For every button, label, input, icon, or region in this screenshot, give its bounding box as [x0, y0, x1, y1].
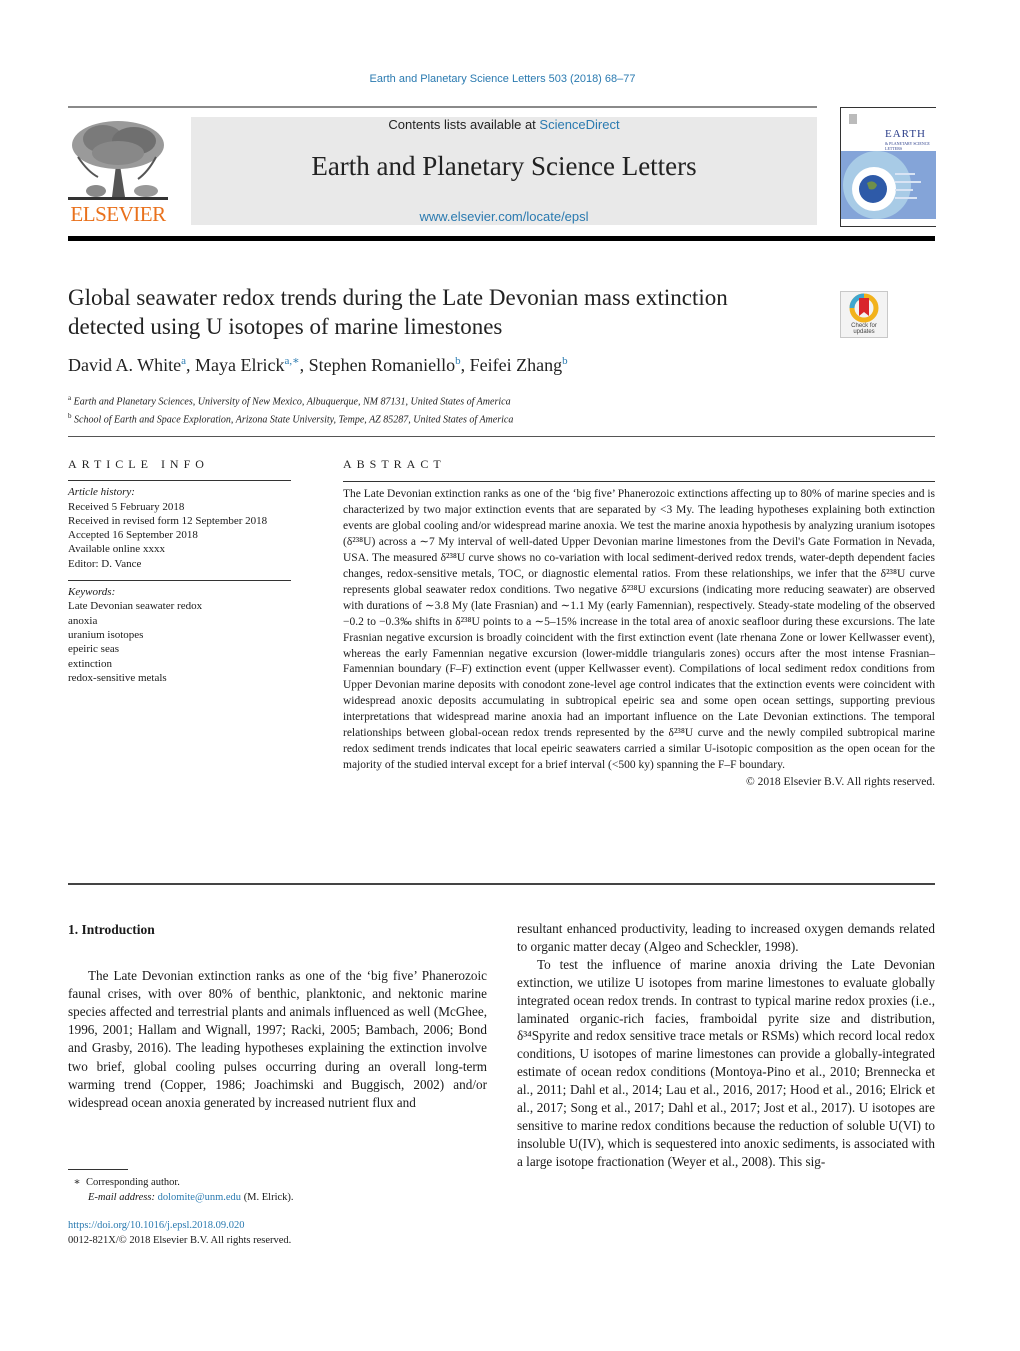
earth-globe-icon [843, 151, 921, 219]
article-title: Global seawater redox trends during the … [68, 285, 728, 339]
author-name[interactable]: Feifei Zhang [470, 355, 562, 375]
abstract-copyright: © 2018 Elsevier B.V. All rights reserved… [746, 776, 935, 789]
doi-block: https://doi.org/10.1016/j.epsl.2018.09.0… [68, 1218, 291, 1248]
check-for-updates-label: Check for updates [851, 323, 877, 335]
author-name[interactable]: David A. White [68, 355, 181, 375]
body-paragraph: The Late Devonian extinction ranks as on… [68, 968, 487, 1110]
section-heading: 1. Introduction [68, 922, 155, 937]
masthead-bottom-rule [68, 236, 935, 241]
article-history-label: Article history: [68, 486, 135, 499]
body-column-right: resultant enhanced productivity, leading… [517, 920, 935, 1171]
keyword-item: uranium isotopes [68, 628, 144, 641]
article-info-rule [68, 480, 291, 482]
header-divider [68, 106, 817, 108]
journal-reference-link[interactable]: Earth and Planetary Science Letters 503 … [0, 73, 1005, 85]
journal-url-link[interactable]: www.elsevier.com/locate/epsl [191, 209, 817, 224]
corresponding-label: Corresponding author. [86, 1177, 180, 1188]
author-name[interactable]: Stephen Romaniello [309, 355, 455, 375]
front-matter-end-rule [68, 883, 935, 885]
cover-band [841, 151, 936, 219]
elsevier-wordmark: ELSEVIER [70, 202, 166, 226]
cover-logo-icon [849, 114, 857, 124]
journal-masthead: Contents lists available at ScienceDirec… [191, 117, 817, 225]
author-affiliation-mark[interactable]: b [562, 355, 568, 367]
email-suffix: (M. Elrick). [243, 1192, 294, 1203]
author-affiliation-mark[interactable]: a,∗ [285, 355, 300, 367]
body-column-left: 1. Introduction The Late Devonian extinc… [68, 921, 487, 1112]
footnote-mark: ∗ [73, 1177, 81, 1188]
cover-subtitle: & PLANETARY SCIENCE LETTERS [885, 141, 930, 151]
crossmark-icon [849, 293, 879, 323]
author-affiliation-mark[interactable]: a [181, 355, 186, 367]
journal-title: Earth and Planetary Science Letters [311, 151, 697, 181]
article-info-panel: ARTICLE INFO Article history: Received 5… [68, 457, 291, 685]
sciencedirect-link[interactable]: ScienceDirect [539, 117, 619, 132]
section-divider [68, 436, 935, 437]
body-paragraph: resultant enhanced productivity, leading… [517, 921, 935, 954]
journal-cover-thumbnail[interactable]: EARTH & PLANETARY SCIENCE LETTERS [840, 107, 936, 227]
abstract-rule [343, 481, 935, 482]
contents-line: Contents lists available at ScienceDirec… [191, 117, 817, 132]
keyword-item: Late Devonian seawater redox [68, 600, 203, 613]
abstract-panel: ABSTRACT The Late Devonian extinction ra… [343, 457, 935, 790]
history-item: Available online xxxx [68, 543, 165, 556]
affiliations: a Earth and Planetary Sciences, Universi… [68, 391, 513, 428]
history-item: Received 5 February 2018 [68, 500, 185, 513]
author-name[interactable]: Maya Elrick [195, 355, 284, 375]
doi-link[interactable]: https://doi.org/10.1016/j.epsl.2018.09.0… [68, 1220, 245, 1231]
check-for-updates-button[interactable]: Check for updates [840, 291, 888, 338]
keyword-item: anoxia [68, 614, 98, 627]
elsevier-logo[interactable]: ELSEVIER [68, 117, 168, 227]
article-info-heading: ARTICLE INFO [68, 457, 209, 471]
keyword-item: epeiric seas [68, 643, 119, 656]
affiliation-item: a Earth and Planetary Sciences, Universi… [68, 394, 511, 408]
issn-copyright: 0012-821X/© 2018 Elsevier B.V. All right… [68, 1235, 292, 1246]
contents-prefix: Contents lists available at [388, 117, 540, 132]
author-list: David A. Whitea, Maya Elricka,∗, Stephen… [68, 355, 568, 375]
footnote-rule [68, 1169, 128, 1170]
history-item: Received in revised form 12 September 20… [68, 514, 268, 527]
keyword-item: extinction [68, 657, 112, 670]
author-affiliation-mark[interactable]: b [455, 355, 461, 367]
email-link[interactable]: dolomite@unm.edu [158, 1192, 241, 1203]
email-label: E-mail address: [88, 1192, 155, 1203]
corresponding-author-footnote: ∗ Corresponding author. E-mail address: d… [68, 1175, 294, 1205]
affiliation-item: b School of Earth and Space Exploration,… [68, 412, 514, 426]
keywords-rule [68, 580, 291, 582]
history-item: Editor: D. Vance [68, 557, 142, 570]
keyword-item: redox-sensitive metals [68, 671, 167, 684]
elsevier-tree-icon [68, 121, 168, 200]
body-paragraph: To test the influence of marine anoxia d… [517, 956, 935, 1169]
cover-title: EARTH [885, 128, 927, 140]
keywords-label: Keywords: [68, 586, 116, 599]
history-item: Accepted 16 September 2018 [68, 529, 198, 542]
abstract-text: The Late Devonian extinction ranks as on… [343, 488, 935, 772]
abstract-heading: ABSTRACT [343, 457, 446, 471]
